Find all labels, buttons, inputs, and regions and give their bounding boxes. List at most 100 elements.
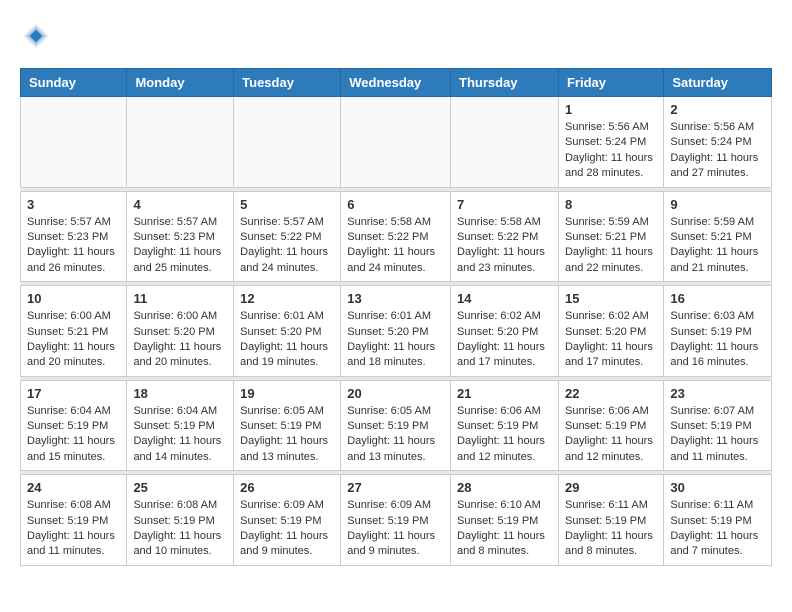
calendar-cell: 25 Sunrise: 6:08 AM Sunset: 5:19 PM Dayli… — [127, 475, 234, 566]
day-info: Sunrise: 5:58 AM Sunset: 5:22 PM Dayligh… — [347, 215, 444, 277]
calendar-cell: 9 Sunrise: 5:59 AM Sunset: 5:21 PM Daylig… — [664, 191, 772, 282]
calendar-cell: 1 Sunrise: 5:56 AM Sunset: 5:24 PM Daylig… — [558, 97, 663, 188]
calendar-cell — [234, 97, 341, 188]
day-number: 11 — [133, 291, 227, 306]
day-info: Sunrise: 6:04 AM Sunset: 5:19 PM Dayligh… — [133, 404, 227, 466]
day-info: Sunrise: 6:01 AM Sunset: 5:20 PM Dayligh… — [240, 309, 334, 371]
day-of-week-wednesday: Wednesday — [341, 69, 451, 97]
calendar-cell: 12 Sunrise: 6:01 AM Sunset: 5:20 PM Dayli… — [234, 286, 341, 377]
day-number: 22 — [565, 386, 657, 401]
day-info: Sunrise: 6:11 AM Sunset: 5:19 PM Dayligh… — [565, 498, 657, 560]
day-number: 5 — [240, 197, 334, 212]
day-info: Sunrise: 6:09 AM Sunset: 5:19 PM Dayligh… — [347, 498, 444, 560]
day-number: 15 — [565, 291, 657, 306]
calendar-cell: 13Sunrise: 6:01 AM Sunset: 5:20 PM Dayli… — [341, 286, 451, 377]
day-number: 2 — [670, 102, 765, 117]
day-info: Sunrise: 6:10 AM Sunset: 5:19 PM Dayligh… — [457, 498, 552, 560]
page-header — [20, 20, 772, 52]
day-number: 30 — [670, 480, 765, 495]
calendar-cell: 14 Sunrise: 6:02 AM Sunset: 5:20 PM Dayli… — [451, 286, 559, 377]
calendar-cell: 2Sunrise: 5:56 AM Sunset: 5:24 PM Daylig… — [664, 97, 772, 188]
calendar-week-1: 1 Sunrise: 5:56 AM Sunset: 5:24 PM Daylig… — [21, 97, 772, 188]
day-number: 8 — [565, 197, 657, 212]
day-info: Sunrise: 5:57 AM Sunset: 5:23 PM Dayligh… — [133, 215, 227, 277]
calendar-week-3: 10 Sunrise: 6:00 AM Sunset: 5:21 PM Dayli… — [21, 286, 772, 377]
day-number: 1 — [565, 102, 657, 117]
day-number: 28 — [457, 480, 552, 495]
calendar-cell: 10 Sunrise: 6:00 AM Sunset: 5:21 PM Dayli… — [21, 286, 127, 377]
day-info: Sunrise: 6:00 AM Sunset: 5:21 PM Dayligh… — [27, 309, 120, 371]
calendar-cell: 18 Sunrise: 6:04 AM Sunset: 5:19 PM Dayli… — [127, 380, 234, 471]
day-info: Sunrise: 5:59 AM Sunset: 5:21 PM Dayligh… — [670, 215, 765, 277]
day-info: Sunrise: 6:03 AM Sunset: 5:19 PM Dayligh… — [670, 309, 765, 371]
day-number: 6 — [347, 197, 444, 212]
day-info: Sunrise: 5:58 AM Sunset: 5:22 PM Dayligh… — [457, 215, 552, 277]
day-info: Sunrise: 6:06 AM Sunset: 5:19 PM Dayligh… — [457, 404, 552, 466]
day-of-week-sunday: Sunday — [21, 69, 127, 97]
day-info: Sunrise: 6:04 AM Sunset: 5:19 PM Dayligh… — [27, 404, 120, 466]
calendar-cell: 20 Sunrise: 6:05 AM Sunset: 5:19 PM Dayli… — [341, 380, 451, 471]
calendar-cell: 29 Sunrise: 6:11 AM Sunset: 5:19 PM Dayli… — [558, 475, 663, 566]
day-number: 14 — [457, 291, 552, 306]
calendar-cell: 3 Sunrise: 5:57 AM Sunset: 5:23 PM Daylig… — [21, 191, 127, 282]
day-info: Sunrise: 5:59 AM Sunset: 5:21 PM Dayligh… — [565, 215, 657, 277]
day-info: Sunrise: 6:01 AM Sunset: 5:20 PM Dayligh… — [347, 309, 444, 371]
logo — [20, 20, 56, 52]
day-of-week-tuesday: Tuesday — [234, 69, 341, 97]
calendar-cell: 22 Sunrise: 6:06 AM Sunset: 5:19 PM Dayli… — [558, 380, 663, 471]
day-number: 9 — [670, 197, 765, 212]
calendar-cell: 21 Sunrise: 6:06 AM Sunset: 5:19 PM Dayli… — [451, 380, 559, 471]
logo-icon — [20, 20, 52, 52]
day-of-week-monday: Monday — [127, 69, 234, 97]
calendar-cell: 24 Sunrise: 6:08 AM Sunset: 5:19 PM Dayli… — [21, 475, 127, 566]
day-info: Sunrise: 6:07 AM Sunset: 5:19 PM Dayligh… — [670, 404, 765, 466]
day-info: Sunrise: 6:02 AM Sunset: 5:20 PM Dayligh… — [565, 309, 657, 371]
day-number: 16 — [670, 291, 765, 306]
day-info: Sunrise: 6:05 AM Sunset: 5:19 PM Dayligh… — [347, 404, 444, 466]
day-info: Sunrise: 6:11 AM Sunset: 5:19 PM Dayligh… — [670, 498, 765, 560]
calendar-week-2: 3 Sunrise: 5:57 AM Sunset: 5:23 PM Daylig… — [21, 191, 772, 282]
day-number: 29 — [565, 480, 657, 495]
calendar-cell: 17 Sunrise: 6:04 AM Sunset: 5:19 PM Dayli… — [21, 380, 127, 471]
calendar-cell: 30 Sunrise: 6:11 AM Sunset: 5:19 PM Dayli… — [664, 475, 772, 566]
day-number: 3 — [27, 197, 120, 212]
day-number: 12 — [240, 291, 334, 306]
calendar-cell: 15 Sunrise: 6:02 AM Sunset: 5:20 PM Dayli… — [558, 286, 663, 377]
calendar-cell: 8 Sunrise: 5:59 AM Sunset: 5:21 PM Daylig… — [558, 191, 663, 282]
day-of-week-thursday: Thursday — [451, 69, 559, 97]
day-number: 4 — [133, 197, 227, 212]
day-number: 21 — [457, 386, 552, 401]
day-info: Sunrise: 6:08 AM Sunset: 5:19 PM Dayligh… — [133, 498, 227, 560]
day-of-week-friday: Friday — [558, 69, 663, 97]
calendar-cell: 11Sunrise: 6:00 AM Sunset: 5:20 PM Dayli… — [127, 286, 234, 377]
day-number: 24 — [27, 480, 120, 495]
day-info: Sunrise: 5:57 AM Sunset: 5:23 PM Dayligh… — [27, 215, 120, 277]
day-info: Sunrise: 6:09 AM Sunset: 5:19 PM Dayligh… — [240, 498, 334, 560]
calendar-header-row: SundayMondayTuesdayWednesdayThursdayFrid… — [21, 69, 772, 97]
day-number: 23 — [670, 386, 765, 401]
calendar-cell: 23 Sunrise: 6:07 AM Sunset: 5:19 PM Dayli… — [664, 380, 772, 471]
day-number: 10 — [27, 291, 120, 306]
calendar-cell: 26 Sunrise: 6:09 AM Sunset: 5:19 PM Dayli… — [234, 475, 341, 566]
day-number: 18 — [133, 386, 227, 401]
day-number: 27 — [347, 480, 444, 495]
calendar: SundayMondayTuesdayWednesdayThursdayFrid… — [20, 68, 772, 566]
calendar-cell — [451, 97, 559, 188]
calendar-cell — [21, 97, 127, 188]
day-number: 25 — [133, 480, 227, 495]
day-number: 26 — [240, 480, 334, 495]
calendar-week-4: 17 Sunrise: 6:04 AM Sunset: 5:19 PM Dayli… — [21, 380, 772, 471]
calendar-cell: 5 Sunrise: 5:57 AM Sunset: 5:22 PM Daylig… — [234, 191, 341, 282]
day-number: 19 — [240, 386, 334, 401]
calendar-cell: 27 Sunrise: 6:09 AM Sunset: 5:19 PM Dayli… — [341, 475, 451, 566]
day-info: Sunrise: 6:02 AM Sunset: 5:20 PM Dayligh… — [457, 309, 552, 371]
calendar-cell — [341, 97, 451, 188]
day-info: Sunrise: 5:56 AM Sunset: 5:24 PM Dayligh… — [565, 120, 657, 182]
calendar-cell: 28 Sunrise: 6:10 AM Sunset: 5:19 PM Dayli… — [451, 475, 559, 566]
day-info: Sunrise: 6:08 AM Sunset: 5:19 PM Dayligh… — [27, 498, 120, 560]
day-info: Sunrise: 6:06 AM Sunset: 5:19 PM Dayligh… — [565, 404, 657, 466]
day-info: Sunrise: 5:57 AM Sunset: 5:22 PM Dayligh… — [240, 215, 334, 277]
day-of-week-saturday: Saturday — [664, 69, 772, 97]
day-number: 17 — [27, 386, 120, 401]
day-number: 20 — [347, 386, 444, 401]
